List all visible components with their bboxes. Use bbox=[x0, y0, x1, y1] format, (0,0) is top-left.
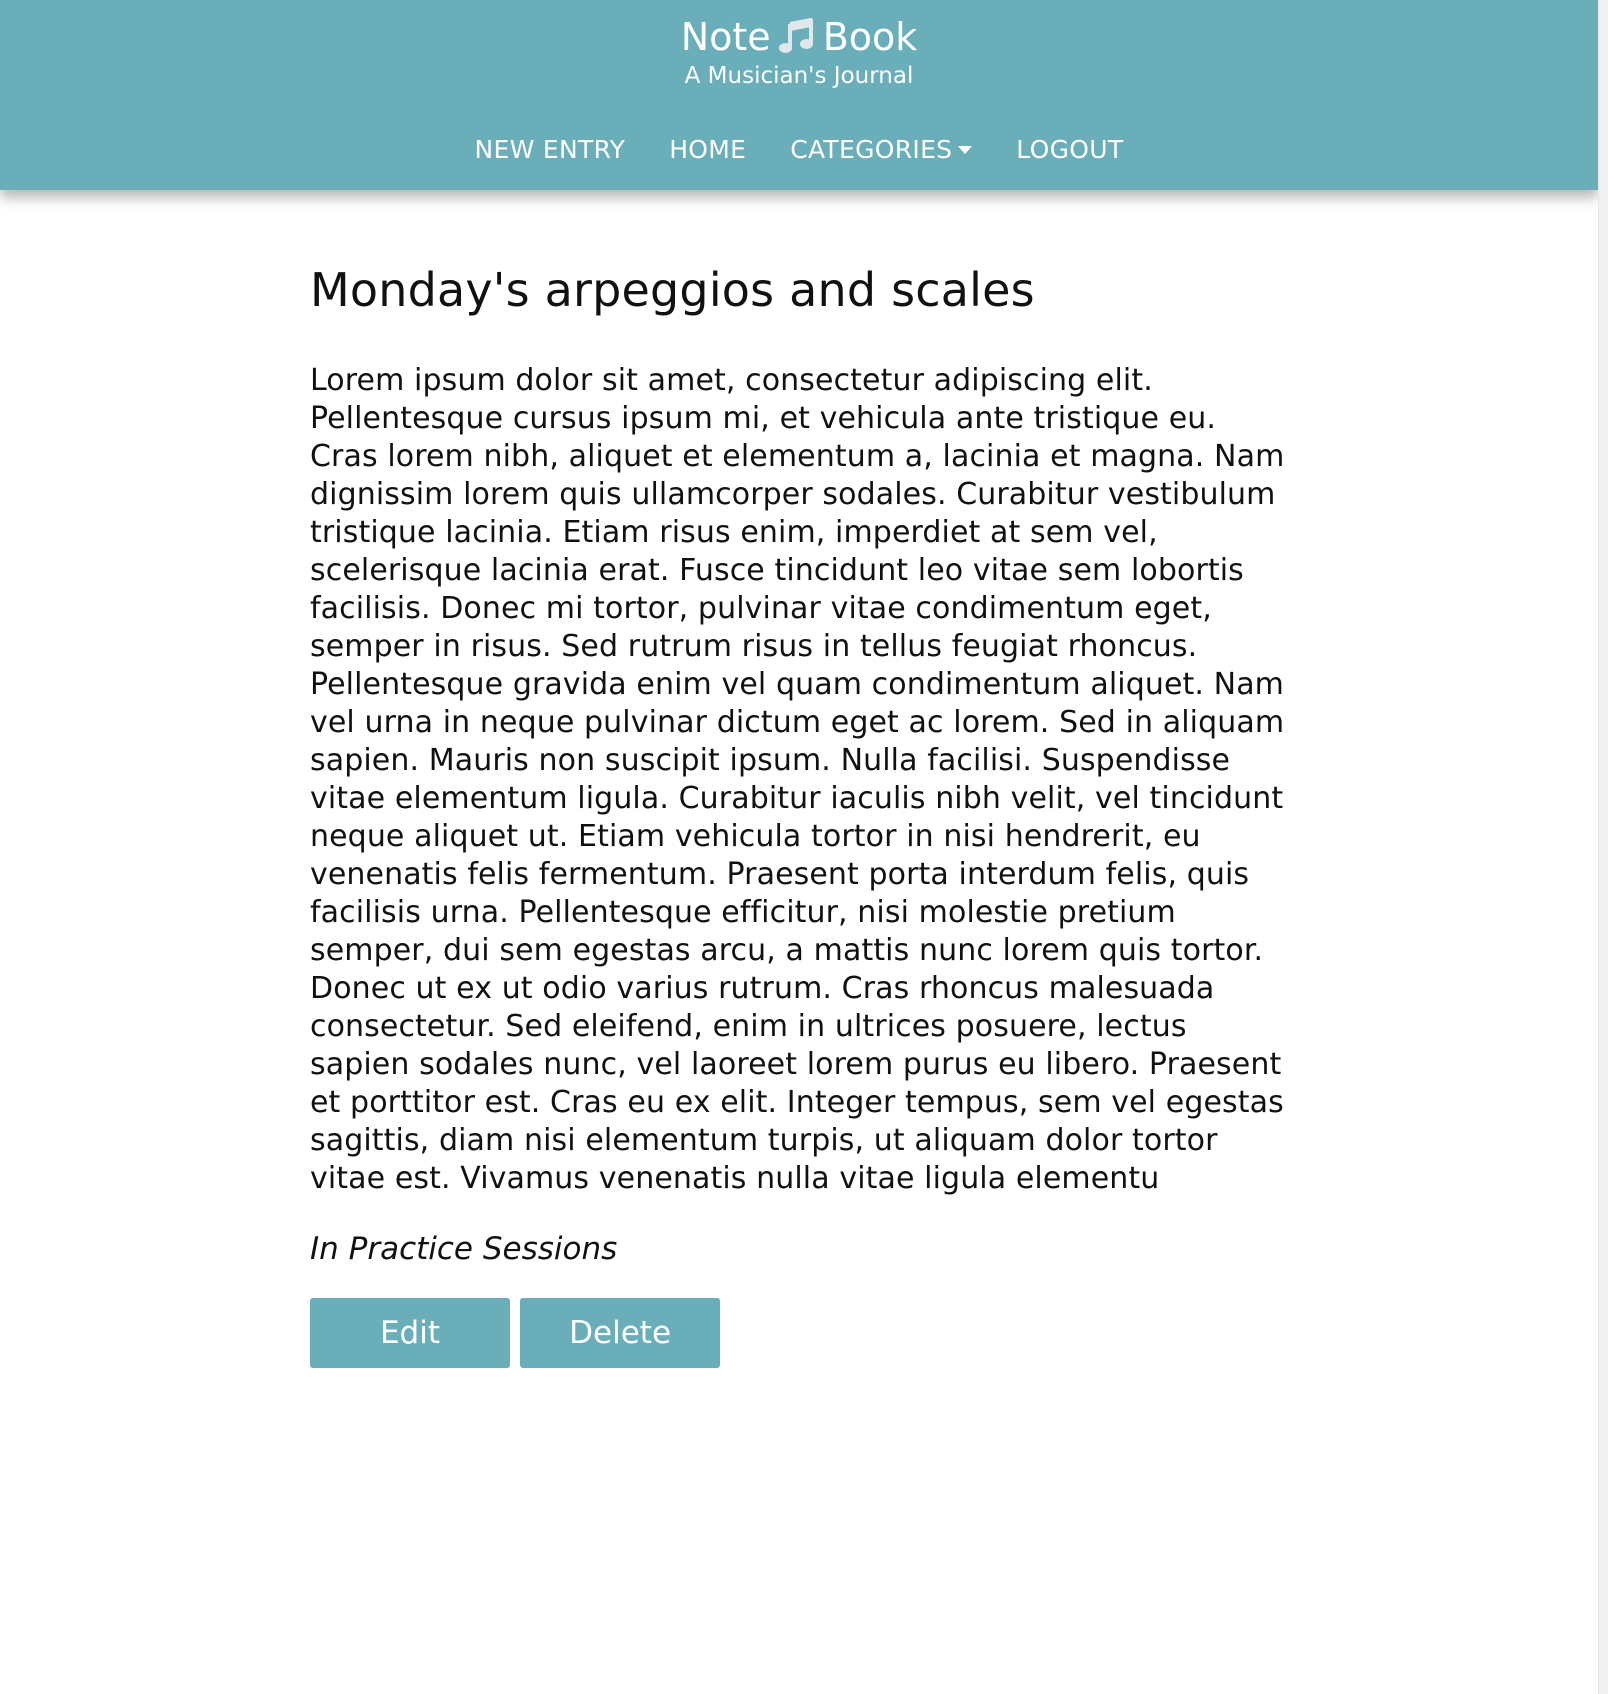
edit-button[interactable]: Edit bbox=[310, 1298, 510, 1368]
site-header: Note Book A Musician's Journal NEW ENTRY… bbox=[0, 0, 1598, 190]
delete-button[interactable]: Delete bbox=[520, 1298, 721, 1368]
entry-content: Monday's arpeggios and scales Lorem ipsu… bbox=[310, 262, 1290, 1368]
nav-new-entry[interactable]: NEW ENTRY bbox=[475, 132, 626, 168]
caret-down-icon bbox=[958, 146, 973, 154]
nav-home[interactable]: HOME bbox=[669, 132, 746, 168]
entry-category: In Practice Sessions bbox=[310, 1231, 618, 1267]
page: Note Book A Musician's Journal NEW ENTRY… bbox=[0, 0, 1598, 1694]
brand-title-left: Note bbox=[680, 15, 771, 59]
main-nav: NEW ENTRY HOME CATEGORIES LOGOUT bbox=[0, 132, 1598, 168]
brand-title: Note Book bbox=[0, 14, 1598, 60]
nav-categories-dropdown[interactable]: CATEGORIES bbox=[790, 132, 973, 168]
brand-title-right: Book bbox=[822, 15, 918, 59]
entry-body: Lorem ipsum dolor sit amet, consectetur … bbox=[310, 363, 1285, 1196]
nav-categories-label: CATEGORIES bbox=[790, 135, 953, 164]
scrollbar[interactable] bbox=[1598, 0, 1608, 1694]
brand[interactable]: Note Book A Musician's Journal bbox=[0, 14, 1598, 91]
brand-subtitle: A Musician's Journal bbox=[684, 63, 914, 89]
entry-title: Monday's arpeggios and scales bbox=[310, 263, 1035, 317]
entry-actions: Edit Delete bbox=[310, 1298, 1290, 1368]
nav-logout[interactable]: LOGOUT bbox=[1016, 132, 1123, 168]
music-note-icon bbox=[777, 16, 817, 56]
